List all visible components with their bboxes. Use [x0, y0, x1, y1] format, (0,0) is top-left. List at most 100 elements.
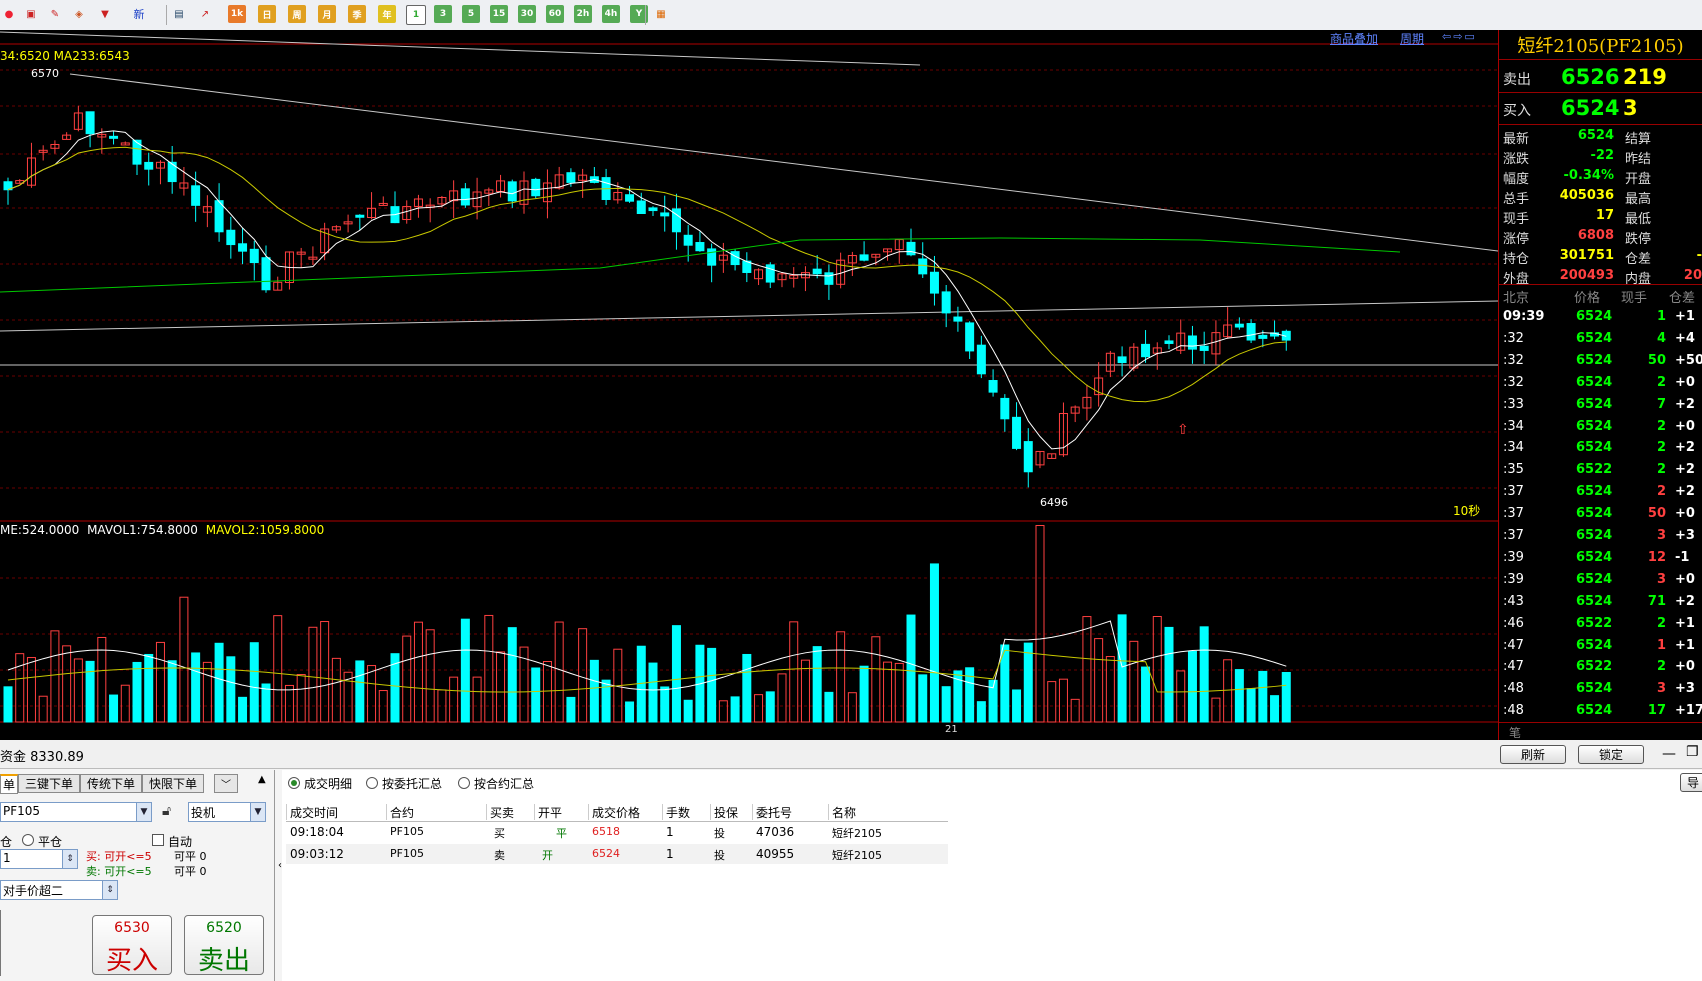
volume-bar [191, 652, 201, 723]
period-button[interactable]: 4h [602, 5, 620, 23]
period-button[interactable]: 5 [462, 5, 480, 23]
column-header[interactable]: 合约 [386, 804, 414, 820]
candle-body [1199, 345, 1209, 351]
column-header[interactable]: 成交价格 [588, 804, 640, 820]
tick-price: 6522 [1576, 659, 1613, 675]
chart-icon[interactable]: ↗ [196, 5, 214, 23]
period-button[interactable]: 周 [288, 5, 306, 23]
hedge-select[interactable]: 投机 ▼ [188, 802, 266, 822]
trend-line [0, 31, 921, 66]
table-icon[interactable]: ▤ [170, 5, 188, 23]
open-radio-label[interactable]: 仓 [0, 833, 12, 850]
period-button[interactable]: 季 [348, 5, 366, 23]
volume-bar [496, 651, 506, 723]
restore-icon[interactable]: ❐ [1686, 744, 1699, 760]
column-header[interactable]: 投保 [710, 804, 738, 820]
order-tab[interactable]: 快限下单 [142, 774, 204, 793]
period-button[interactable]: 60 [546, 5, 564, 23]
view-radio[interactable] [458, 777, 470, 789]
period-button[interactable]: 2h [574, 5, 592, 23]
export-button[interactable]: 导 [1680, 773, 1702, 792]
calculator-icon[interactable]: ▦ [652, 5, 670, 23]
table-row[interactable]: 09:18:04 PF105 买 平 6518 1 投 47036 短纤2105 [286, 822, 948, 842]
volume-bar [765, 691, 775, 723]
candle-body [906, 241, 916, 256]
pen-icon[interactable]: ✎ [46, 5, 64, 23]
period-button[interactable]: 1k [228, 5, 246, 23]
column-header[interactable]: 手数 [662, 804, 690, 820]
chevron-down-icon[interactable]: ▼ [136, 803, 151, 821]
bid-qty: 3 [1623, 96, 1638, 120]
volume-bar [683, 699, 693, 723]
volume-bar [730, 696, 740, 723]
tick-time: :33 [1503, 396, 1524, 412]
close-radio[interactable] [22, 834, 34, 846]
period-button[interactable]: 30 [518, 5, 536, 23]
ma-short-line [7, 130, 1287, 450]
tick-time: :32 [1503, 374, 1524, 390]
minimize-icon[interactable]: — [1662, 746, 1676, 762]
trend-line [69, 73, 1498, 252]
tick-time: :47 [1503, 637, 1524, 653]
collapse-icon[interactable]: ▲ [258, 774, 266, 785]
view-radio[interactable] [288, 777, 300, 789]
filter-icon[interactable]: ▼ [96, 5, 114, 23]
overlay-link[interactable]: 商品叠加 [1330, 30, 1378, 47]
buy-button[interactable]: 6530 买入 [92, 915, 172, 976]
table-row[interactable]: 09:03:12 PF105 卖 开 6524 1 投 40955 短纤2105 [286, 844, 948, 864]
candle-body [355, 214, 365, 218]
tick-price: 6524 [1576, 352, 1613, 368]
table-cell-side: 买 [494, 827, 505, 840]
period-button[interactable]: 日 [258, 5, 276, 23]
quote-icon[interactable]: ● [0, 5, 18, 23]
volume-bar [38, 695, 48, 723]
tick-row: :34 6524 2 +0 [1499, 416, 1702, 437]
order-entry: 单三键下单 传统下单 快限下单 ﹀ ▲ PF105 ▼ 🔓︎ 投机 ▼ 仓 平仓 自… [0, 770, 282, 981]
column-header[interactable]: 买卖 [486, 804, 514, 820]
volume-bar [1246, 688, 1256, 723]
period-button[interactable]: 年 [378, 5, 396, 23]
period-link[interactable]: 周期 [1400, 30, 1424, 47]
tick-row: :35 6522 2 +2 [1499, 459, 1702, 480]
column-header[interactable]: 委托号 [752, 804, 792, 820]
stepper-arrows-icon[interactable]: ⇕ [102, 881, 117, 899]
candle-body [976, 344, 986, 375]
period-button[interactable]: 15 [490, 5, 508, 23]
tick-row: :39 6524 3 +0 [1499, 569, 1702, 590]
column-header[interactable]: 成交时间 [286, 804, 338, 820]
lock-button[interactable]: 锁定 [1578, 745, 1644, 764]
sell-button[interactable]: 6520 卖出 [184, 915, 264, 976]
candle-body [249, 248, 259, 264]
alert-icon[interactable]: ◈ [70, 5, 88, 23]
tabs-dropdown-icon[interactable]: ﹀ [214, 774, 238, 793]
volume-bar [1012, 689, 1022, 723]
lock-icon[interactable]: 🔓︎ [162, 803, 171, 819]
tick-row: :37 6524 2 +2 [1499, 481, 1702, 502]
column-header[interactable]: 名称 [828, 804, 856, 820]
chevron-down-icon[interactable]: ▼ [250, 803, 265, 821]
tick-price: 6524 [1576, 528, 1613, 543]
kline-chart[interactable]: ⇧ [0, 30, 1498, 740]
order-tab[interactable]: 三键下单 [18, 774, 80, 793]
stepper-arrows-icon[interactable]: ⇕ [62, 850, 77, 868]
auto-checkbox[interactable] [152, 834, 164, 846]
volume-bar [249, 642, 259, 723]
period-button[interactable]: 3 [434, 5, 452, 23]
period-button[interactable]: 月 [318, 5, 336, 23]
refresh-button[interactable]: 刷新 [1500, 745, 1566, 764]
order-tab[interactable]: 传统下单 [80, 774, 142, 793]
new-button[interactable]: 新 [130, 5, 148, 23]
price-type-select[interactable]: 对手价超二 ⇕ [0, 880, 118, 900]
volume-bar [155, 641, 165, 723]
column-header[interactable]: 开平 [534, 804, 562, 820]
candle-body [636, 200, 646, 214]
contract-select[interactable]: PF105 ▼ [0, 802, 152, 822]
period-button[interactable]: 1 [406, 5, 426, 25]
qty-stepper[interactable]: 1 ⇕ [0, 849, 78, 869]
volume-bar [542, 661, 552, 723]
nav-arrows-icon[interactable]: ⇦⇨▭ [1442, 30, 1496, 44]
table-cell-name: 短纤2105 [832, 827, 882, 840]
window-icon[interactable]: ▣ [22, 5, 40, 23]
view-radio[interactable] [366, 777, 378, 789]
order-tab[interactable]: 单 [0, 774, 18, 794]
